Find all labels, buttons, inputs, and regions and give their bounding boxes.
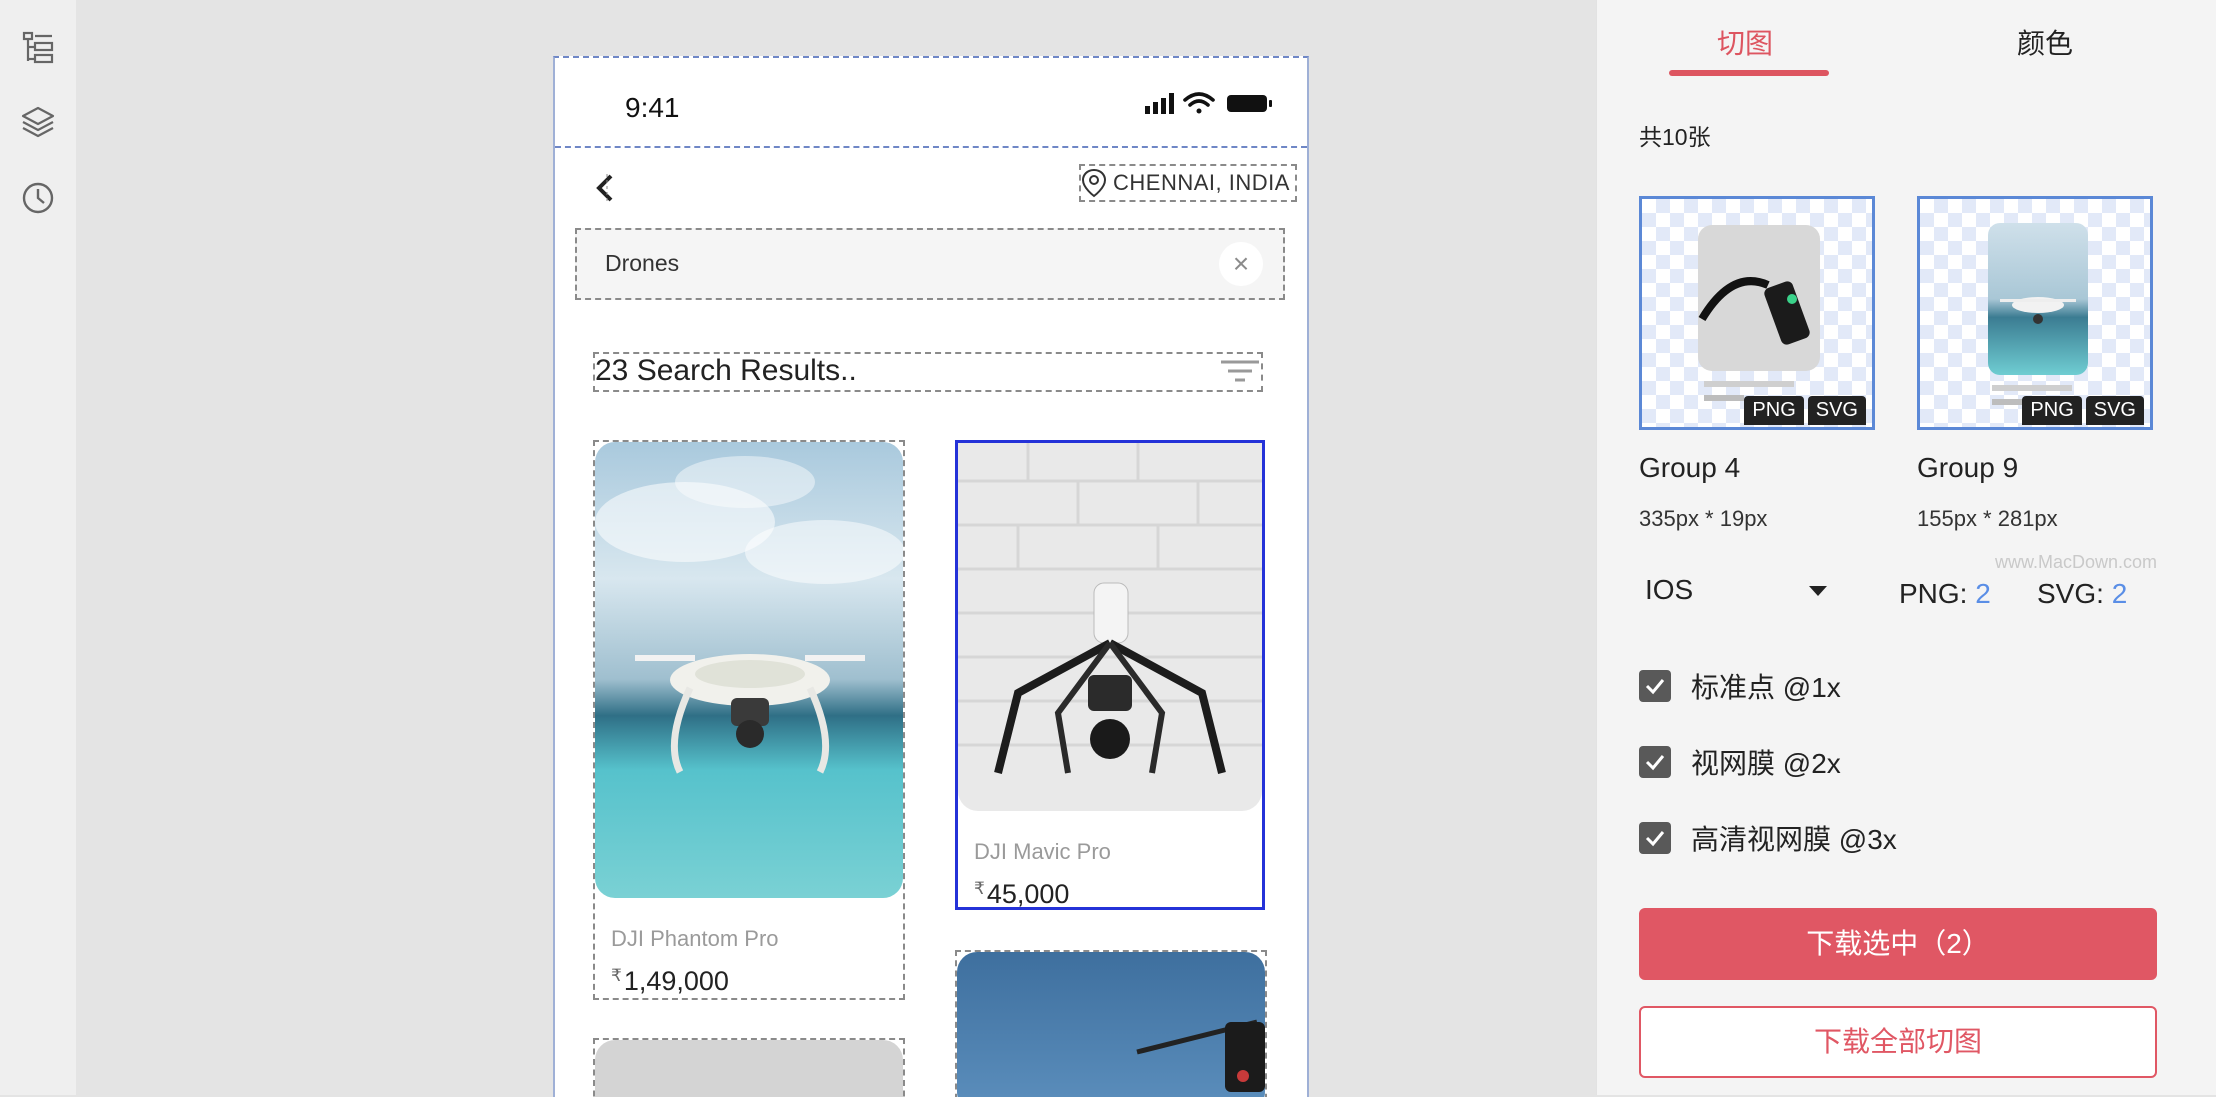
slice-size: 155px * 281px (1917, 506, 2058, 531)
scale-option-3x[interactable]: 高清视网膜 @3x (1639, 820, 1897, 856)
phone-artboard: 9:41 CHENNAI, INDIA Drones × 23 Search R… (553, 56, 1309, 1097)
outline-tree-icon[interactable] (18, 28, 58, 68)
tab-slices[interactable]: 切图 (1717, 22, 1773, 62)
results-count-text: 23 Search Results.. (595, 354, 857, 387)
slice-thumbnail-group4[interactable]: PNG SVG (1639, 196, 1875, 430)
svg-badge[interactable]: SVG (2085, 396, 2144, 425)
checkbox-checked[interactable] (1639, 670, 1671, 702)
scale-option-1x[interactable]: 标准点 @1x (1639, 668, 1841, 704)
checkbox-checked[interactable] (1639, 746, 1671, 778)
history-clock-icon[interactable] (18, 178, 58, 218)
left-toolbar (0, 0, 76, 1095)
slice-count: 共10张 (1639, 124, 1711, 150)
status-bar: 9:41 (555, 58, 1307, 148)
watermark-text: www.MacDown.com (1995, 552, 2158, 572)
checkbox-checked[interactable] (1639, 822, 1671, 854)
slice-thumbnail-group9[interactable]: PNG SVG (1917, 196, 2153, 430)
product-image-phantom (595, 442, 903, 898)
check-icon (1645, 679, 1665, 695)
product-price: ₹45,000 (974, 879, 1070, 909)
tab-colors[interactable]: 颜色 (2017, 22, 2073, 62)
product-image-partial (957, 952, 1265, 1097)
svg-badge[interactable]: SVG (1807, 396, 1866, 425)
location-label[interactable]: CHENNAI, INDIA (1079, 164, 1297, 202)
png-badge[interactable]: PNG (2022, 396, 2082, 425)
png-count: PNG: 2 (1899, 578, 1991, 609)
location-pin-icon (1081, 168, 1107, 198)
download-all-button[interactable]: 下载全部切图 (1639, 1006, 2157, 1078)
product-image-placeholder (595, 1040, 903, 1097)
location-text: CHENNAI, INDIA (1113, 170, 1290, 195)
filter-icon[interactable] (1219, 356, 1261, 388)
product-card-partial-left[interactable] (593, 1038, 905, 1097)
brick-wall-drone-illustration (958, 443, 1262, 774)
check-icon (1645, 831, 1665, 847)
status-icons (1145, 92, 1272, 114)
active-tab-indicator (1669, 70, 1829, 76)
product-name: DJI Mavic Pro (974, 839, 1111, 864)
download-selected-button[interactable]: 下载选中（2） (1639, 908, 2157, 980)
product-card-mavic-selected[interactable]: DJI Mavic Pro ₹45,000 (955, 440, 1265, 910)
slice-preview-image (1988, 223, 2088, 405)
format-badges: PNG SVG (1744, 396, 1866, 425)
product-card-partial-right[interactable] (955, 950, 1267, 1097)
png-badge[interactable]: PNG (1744, 396, 1804, 425)
design-canvas[interactable]: 9:41 CHENNAI, INDIA Drones × 23 Search R… (76, 0, 1596, 1097)
scale-option-2x[interactable]: 视网膜 @2x (1639, 744, 1841, 780)
drone-partial-illustration (1136, 1019, 1265, 1092)
dropdown-caret-icon[interactable] (1809, 586, 1827, 596)
platform-select[interactable]: IOS (1645, 574, 1693, 606)
search-input[interactable]: Drones (605, 250, 679, 277)
wifi-icon (1183, 92, 1215, 114)
product-name: DJI Phantom Pro (611, 926, 779, 951)
format-badges: PNG SVG (2022, 396, 2144, 425)
scale-label: 标准点 @1x (1691, 672, 1841, 703)
cellular-signal-icon (1145, 93, 1174, 114)
check-icon (1645, 755, 1665, 771)
scale-label: 高清视网膜 @3x (1691, 824, 1897, 855)
product-price: ₹1,49,000 (611, 966, 729, 996)
slice-name: Group 9 (1917, 452, 2019, 483)
drone-illustration (595, 456, 903, 774)
clear-search-button[interactable]: × (1219, 242, 1263, 286)
product-image-mavic (958, 443, 1262, 811)
layers-icon[interactable] (18, 102, 58, 142)
svg-count: SVG: 2 (2037, 578, 2128, 609)
scale-label: 视网膜 @2x (1691, 748, 1841, 779)
search-bar[interactable]: Drones × (575, 228, 1285, 300)
status-time: 9:41 (625, 92, 680, 123)
product-card-phantom[interactable]: DJI Phantom Pro ₹1,49,000 (593, 440, 905, 1000)
back-chevron-icon[interactable] (591, 168, 621, 208)
slice-size: 335px * 19px (1639, 506, 1768, 531)
slice-preview-image (1698, 225, 1820, 401)
export-panel: 切图 颜色 共10张 PNG SVG Group 4 335px * 19px (1596, 0, 2216, 1095)
slice-name: Group 4 (1639, 452, 1741, 483)
results-header: 23 Search Results.. (593, 352, 1263, 392)
battery-icon (1227, 95, 1272, 112)
